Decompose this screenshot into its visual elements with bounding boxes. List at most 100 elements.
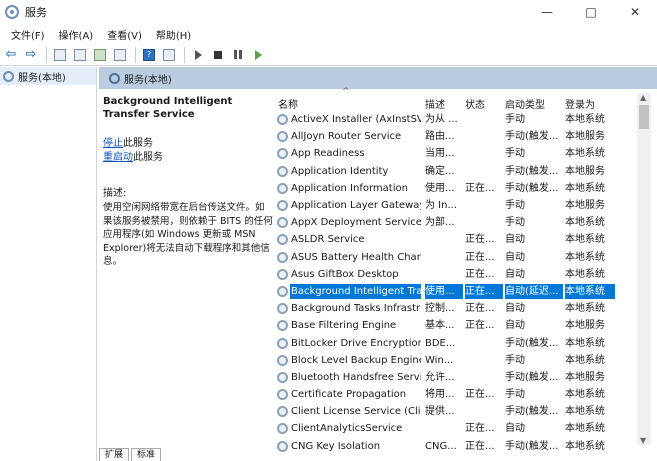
- service-name-cell: App Readiness: [291, 148, 365, 160]
- close-button[interactable]: ✕: [613, 0, 657, 24]
- properties-list-button[interactable]: [71, 46, 89, 64]
- service-status-cell: [465, 336, 503, 351]
- back-button[interactable]: ⇦: [2, 46, 20, 64]
- service-startup-type-cell: 自动: [505, 251, 525, 263]
- service-status-cell: 正在...: [465, 389, 495, 401]
- service-logon-cell: 本地服务: [565, 371, 605, 383]
- column-header-name[interactable]: 名称: [278, 96, 298, 111]
- service-startup-type-cell: 自动: [505, 423, 525, 435]
- table-row[interactable]: Bluetooth Handsfree Service 允许... 手动(触发...…: [275, 369, 637, 386]
- service-name-cell: BitLocker Drive Encryption ...: [291, 337, 421, 349]
- service-gear-icon: [277, 268, 288, 280]
- table-row[interactable]: Certificate Propagation 将用... 正在... 手动 本地系统: [275, 386, 637, 403]
- menu-file[interactable]: 文件(F): [4, 27, 52, 42]
- service-description-cell: 使用...: [425, 182, 455, 194]
- service-gear-icon: [277, 320, 288, 332]
- menu-bar: 文件(F) 操作(A) 查看(V) 帮助(H): [0, 24, 657, 44]
- service-startup-type-cell: 手动: [505, 200, 525, 212]
- service-name-cell: ASUS Battery Health Charg...: [291, 251, 421, 263]
- start-service-button[interactable]: [189, 46, 207, 64]
- tree-item-services-local[interactable]: 服务(本地): [0, 67, 96, 85]
- table-row[interactable]: Application Information 使用... 正在... 手动(触发..…: [275, 180, 637, 197]
- service-name-cell: AppX Deployment Service ...: [291, 217, 421, 229]
- service-description-cell: 为从 ...: [425, 114, 458, 126]
- export-list-button[interactable]: [111, 46, 129, 64]
- minimize-button[interactable]: —: [525, 0, 569, 24]
- help-button[interactable]: ?: [140, 46, 158, 64]
- column-header-startup-type[interactable]: 启动类型: [505, 96, 545, 111]
- table-row[interactable]: CNG Key Isolation CNG... 正在... 手动(触发... 本地系统: [275, 438, 637, 455]
- service-gear-icon: [277, 131, 288, 143]
- table-row[interactable]: Block Level Backup Engine ... Win... 手动 本地系…: [275, 352, 637, 369]
- service-gear-icon: [277, 234, 288, 246]
- service-action-links: 停止此服务 重启动此服务: [103, 137, 273, 165]
- service-description-cell: 基本...: [425, 320, 455, 332]
- table-row[interactable]: AppX Deployment Service ... 为部... 手动 本地系统: [275, 214, 637, 231]
- table-row[interactable]: Client License Service (Clip... 提供... 手动(触…: [275, 403, 637, 420]
- scroll-down-icon[interactable]: ▼: [640, 436, 646, 445]
- table-row[interactable]: AllJoyn Router Service 路由... 手动(触发... 本地服务: [275, 128, 637, 145]
- pause-service-button[interactable]: [229, 46, 247, 64]
- service-startup-type-cell: 手动: [505, 217, 525, 229]
- forward-button[interactable]: ⇨: [22, 46, 40, 64]
- service-gear-icon: [277, 148, 288, 160]
- menu-view[interactable]: 查看(V): [100, 27, 149, 42]
- scroll-up-icon[interactable]: ▲: [640, 93, 646, 102]
- service-name-cell: Application Layer Gateway ...: [291, 200, 421, 212]
- service-gear-icon: [277, 423, 288, 435]
- table-row[interactable]: ClientAnalyticsService 正在... 自动 本地系统: [275, 420, 637, 437]
- service-description-cell: 确定...: [425, 165, 455, 177]
- table-row[interactable]: ASUS Battery Health Charg... 正在... 自动 本地系统: [275, 249, 637, 266]
- service-name-cell: ClientAnalyticsService: [291, 423, 403, 435]
- table-row[interactable]: Background Intelligent Tra... 使用... 正在... 自…: [275, 283, 637, 300]
- scrollbar-thumb[interactable]: [639, 105, 649, 129]
- table-row[interactable]: Background Tasks Infrastru... 控制... 正在... 自…: [275, 300, 637, 317]
- service-name-cell: Client License Service (Clip...: [291, 406, 421, 418]
- table-row[interactable]: ActiveX Installer (AxInstSV) 为从 ... 手动 本地系统: [275, 111, 637, 128]
- table-row[interactable]: Application Layer Gateway ... 为 In... 手动 本地…: [275, 197, 637, 214]
- pause-icon: [234, 50, 242, 59]
- back-arrow-icon: ⇦: [5, 47, 17, 62]
- service-description-cell: [425, 421, 463, 436]
- toolbar-separator: [135, 46, 136, 63]
- vertical-scrollbar[interactable]: ▲ ▼: [637, 93, 651, 445]
- stop-service-button[interactable]: [209, 46, 227, 64]
- services-table: ^ 名称 描述 状态 启动类型 登录为 ActiveX Installer (A…: [275, 87, 637, 455]
- menu-action[interactable]: 操作(A): [52, 27, 101, 42]
- tab-extended[interactable]: 扩展: [99, 448, 130, 461]
- restart-service-button[interactable]: [249, 46, 267, 64]
- maximize-button[interactable]: □: [569, 0, 613, 24]
- service-name-cell: CNG Key Isolation: [291, 440, 381, 452]
- column-header-status[interactable]: 状态: [465, 96, 485, 111]
- selected-service-title: Background Intelligent Transfer Service: [103, 96, 233, 120]
- table-row[interactable]: Base Filtering Engine 基本... 正在... 自动 本地服务: [275, 317, 637, 334]
- service-status-cell: [465, 146, 503, 161]
- refresh-icon: [94, 48, 106, 61]
- service-logon-cell: 本地系统: [565, 217, 605, 229]
- stop-service-link[interactable]: 停止: [103, 138, 123, 149]
- table-row[interactable]: App Readiness 当用... 手动 本地系统: [275, 145, 637, 162]
- service-logon-cell: 本地服务: [565, 131, 605, 143]
- refresh-button[interactable]: [91, 46, 109, 64]
- menu-help[interactable]: 帮助(H): [149, 27, 198, 42]
- service-logon-cell: 本地服务: [565, 165, 605, 177]
- table-row[interactable]: ASLDR Service 正在... 自动 本地系统: [275, 231, 637, 248]
- tab-standard[interactable]: 标准: [131, 448, 162, 461]
- table-row[interactable]: BitLocker Drive Encryption ... BDE... 手动(触…: [275, 334, 637, 351]
- restart-service-link[interactable]: 重启动: [103, 152, 133, 163]
- table-row[interactable]: Application Identity 确定... 手动(触发... 本地服务: [275, 163, 637, 180]
- service-startup-type-cell: 自动: [505, 320, 525, 332]
- service-description-cell: Win...: [425, 354, 454, 366]
- service-gear-icon: [277, 114, 288, 126]
- column-header-log-on-as[interactable]: 登录为: [565, 96, 595, 111]
- service-name-cell: Base Filtering Engine: [291, 320, 397, 332]
- table-row[interactable]: Asus GiftBox Desktop 正在... 自动 本地系统: [275, 266, 637, 283]
- title-bar: 服务 — □ ✕: [0, 0, 657, 24]
- show-hide-tree-button[interactable]: [51, 46, 69, 64]
- show-properties-button[interactable]: [160, 46, 178, 64]
- service-logon-cell: 本地服务: [565, 200, 605, 212]
- service-status-cell: 正在...: [465, 283, 503, 299]
- list-view-icon: [74, 48, 86, 61]
- service-startup-type-cell: 手动: [505, 354, 525, 366]
- column-header-description[interactable]: 描述: [425, 96, 445, 111]
